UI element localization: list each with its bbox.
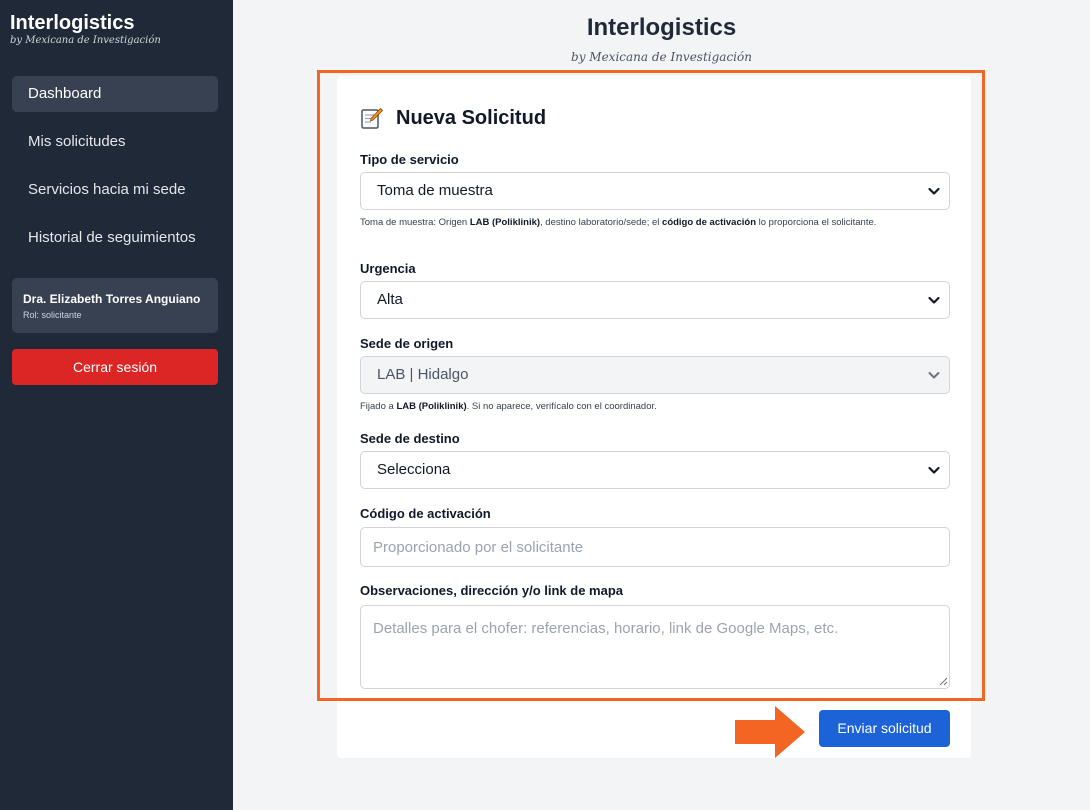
chevron-down-icon — [928, 187, 940, 195]
brand: Interlogistics by Mexicana de Investigac… — [10, 12, 161, 46]
tipo-servicio-select[interactable]: Toma de muestra — [360, 172, 950, 210]
codigo-activacion-input[interactable] — [360, 527, 950, 567]
user-role: Rol: solicitante — [23, 310, 82, 320]
user-name: Dra. Elizabeth Torres Anguiano — [23, 292, 201, 306]
chevron-down-icon — [928, 466, 940, 474]
sede-origen-help: Fijado a LAB (Poliklinik). Si no aparece… — [360, 401, 657, 412]
arrow-right-icon — [735, 706, 805, 758]
sede-origen-value: LAB | Hidalgo — [377, 366, 469, 383]
page-subtitle: by Mexicana de Investigación — [571, 50, 752, 64]
urgencia-label: Urgencia — [360, 261, 416, 276]
urgencia-value: Alta — [377, 291, 403, 308]
memo-icon — [360, 106, 384, 130]
sidebar-item-historial[interactable]: Historial de seguimientos — [12, 220, 218, 256]
submit-button[interactable]: Enviar solicitud — [819, 710, 950, 747]
form-title-text: Nueva Solicitud — [396, 106, 547, 129]
tipo-servicio-value: Toma de muestra — [377, 182, 493, 199]
tipo-servicio-label: Tipo de servicio — [360, 152, 459, 167]
form-title: Nueva Solicitud — [360, 106, 546, 130]
observaciones-label: Observaciones, dirección y/o link de map… — [360, 583, 623, 598]
chevron-down-icon — [928, 372, 940, 379]
user-card: Dra. Elizabeth Torres Anguiano Rol: soli… — [12, 278, 218, 333]
observaciones-textarea[interactable] — [360, 605, 950, 689]
brand-title: Interlogistics — [10, 12, 135, 34]
sede-destino-label: Sede de destino — [360, 431, 460, 446]
logout-button[interactable]: Cerrar sesión — [12, 349, 218, 385]
sidebar-item-dashboard[interactable]: Dashboard — [12, 76, 218, 112]
sede-origen-label: Sede de origen — [360, 336, 454, 351]
sede-origen-select: LAB | Hidalgo — [360, 356, 950, 394]
codigo-activacion-label: Código de activación — [360, 506, 491, 521]
urgencia-select[interactable]: Alta — [360, 281, 950, 319]
sidebar-item-servicios-hacia-mi-sede[interactable]: Servicios hacia mi sede — [12, 172, 218, 208]
sidebar-item-mis-solicitudes[interactable]: Mis solicitudes — [12, 124, 218, 160]
chevron-down-icon — [928, 296, 940, 304]
brand-subtitle: by Mexicana de Investigación — [10, 35, 161, 46]
sede-destino-select[interactable]: Selecciona — [360, 451, 950, 489]
sidebar: Interlogistics by Mexicana de Investigac… — [0, 0, 233, 810]
page-title: Interlogistics — [586, 14, 737, 41]
sede-destino-value: Selecciona — [377, 461, 451, 478]
resize-grip-icon[interactable] — [938, 676, 948, 686]
tipo-servicio-help: Toma de muestra: Origen LAB (Poliklinik)… — [360, 217, 877, 228]
